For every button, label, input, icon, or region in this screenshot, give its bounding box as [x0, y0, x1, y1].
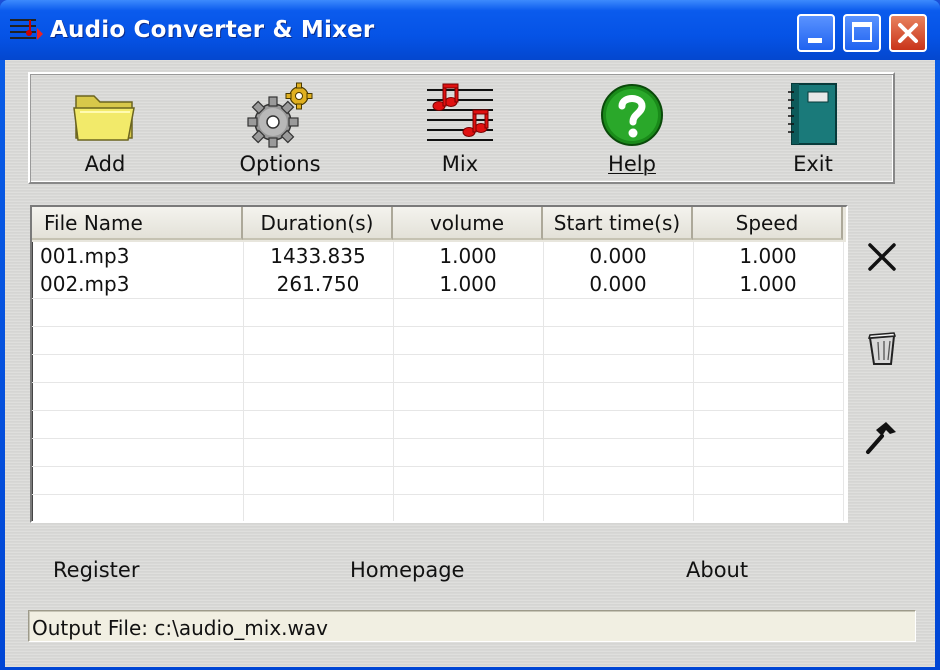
- options-button[interactable]: Options: [225, 80, 335, 180]
- add-button[interactable]: Add: [50, 80, 160, 180]
- minimize-button[interactable]: [797, 14, 835, 52]
- cell-start-time: 0.000: [589, 272, 647, 296]
- exit-label: Exit: [793, 152, 833, 176]
- table-row[interactable]: 001.mp3 1433.835 1.000 0.000 1.000: [32, 242, 844, 270]
- cell-volume: 1.000: [439, 272, 497, 296]
- book-icon: [788, 83, 837, 145]
- cell-duration: 261.750: [276, 272, 360, 296]
- column-header-speed[interactable]: Speed: [693, 207, 843, 240]
- maximize-button[interactable]: [843, 14, 881, 52]
- window-title: Audio Converter & Mixer: [50, 17, 375, 43]
- gears-icon: [247, 82, 313, 148]
- maximize-icon: [852, 22, 872, 42]
- grid-line: [32, 438, 844, 439]
- cell-volume: 1.000: [439, 244, 497, 268]
- grid-line: [32, 382, 844, 383]
- grid-line: [32, 410, 844, 411]
- cell-speed: 1.000: [739, 272, 797, 296]
- homepage-link[interactable]: Homepage: [350, 558, 464, 582]
- exit-button[interactable]: Exit: [758, 80, 868, 180]
- delete-x-icon[interactable]: [862, 237, 902, 277]
- column-header-duration[interactable]: Duration(s): [243, 207, 393, 240]
- table-header: File Name Duration(s) volume Start time(…: [32, 207, 846, 242]
- title-bar[interactable]: Audio Converter & Mixer: [0, 0, 940, 60]
- hammer-icon[interactable]: [862, 418, 902, 458]
- grid-line: [32, 354, 844, 355]
- column-header-file-name[interactable]: File Name: [32, 207, 243, 240]
- close-icon: [898, 23, 918, 43]
- cell-speed: 1.000: [739, 244, 797, 268]
- client-area: Add Options Mix Help Exit File Name Dura…: [5, 60, 935, 667]
- cell-duration: 1433.835: [270, 244, 366, 268]
- toolbar: Add Options Mix Help Exit: [28, 72, 895, 184]
- minimize-icon: [808, 38, 822, 43]
- trash-icon[interactable]: [862, 328, 902, 368]
- help-button[interactable]: Help: [577, 80, 687, 180]
- grid-line: [32, 326, 844, 327]
- grid-line: [32, 298, 844, 299]
- app-window: Audio Converter & Mixer Add Options Mix …: [0, 0, 940, 670]
- output-file-text: Output File: c:\audio_mix.wav: [32, 616, 328, 640]
- output-file-bar: Output File: c:\audio_mix.wav: [28, 610, 916, 642]
- cell-file-name: 001.mp3: [40, 244, 130, 268]
- about-link[interactable]: About: [686, 558, 748, 582]
- cell-start-time: 0.000: [589, 244, 647, 268]
- grid-line: [32, 494, 844, 495]
- app-icon: [10, 19, 43, 40]
- column-header-volume[interactable]: volume: [393, 207, 543, 240]
- mix-label: Mix: [441, 152, 479, 176]
- help-icon: [601, 84, 663, 146]
- add-label: Add: [84, 152, 126, 176]
- mix-button[interactable]: Mix: [405, 80, 515, 180]
- grid-line: [32, 466, 844, 467]
- options-label: Options: [239, 152, 321, 176]
- music-notes-icon: [427, 83, 493, 141]
- cell-file-name: 002.mp3: [40, 272, 130, 296]
- register-link[interactable]: Register: [53, 558, 139, 582]
- help-label: Help: [608, 152, 656, 176]
- folder-icon: [73, 95, 135, 141]
- table-row[interactable]: 002.mp3 261.750 1.000 0.000 1.000: [32, 270, 844, 298]
- file-table[interactable]: File Name Duration(s) volume Start time(…: [30, 205, 848, 523]
- close-button[interactable]: [889, 14, 927, 52]
- column-header-start-time[interactable]: Start time(s): [543, 207, 693, 240]
